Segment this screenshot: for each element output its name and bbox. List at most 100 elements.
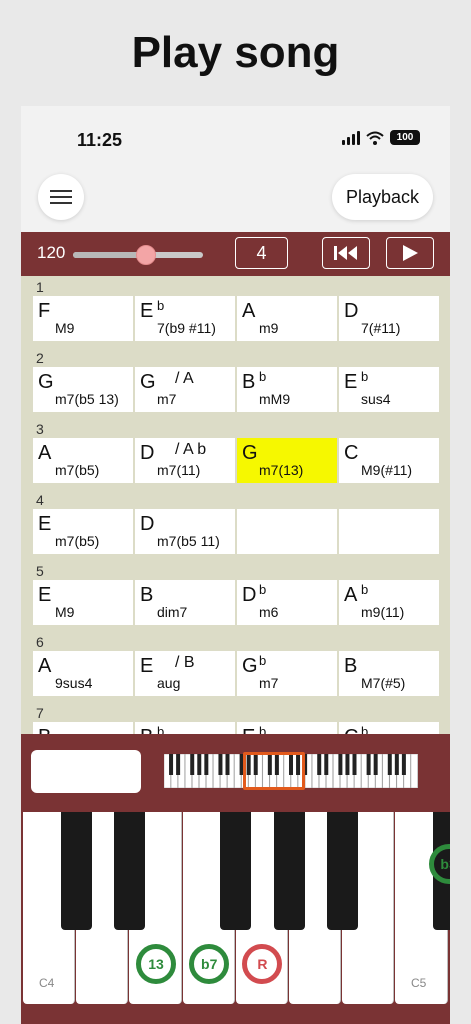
chord-quality: mM9 — [259, 391, 291, 407]
chord-root: F — [38, 300, 51, 322]
chord-accidental: b — [259, 724, 267, 734]
chord-cell[interactable]: B M7(#5) — [339, 651, 439, 696]
chord-cell[interactable]: D 7(#11) — [339, 296, 439, 341]
measure-row: 4 Em7(b5) Dm7(b5 11) — [21, 489, 450, 560]
chord-grid: 1 F M9 Eb 7(b9 #11) Am9 D 7(#11) 2 Gm7(b5 13) G / A… — [21, 276, 450, 734]
chord-cell[interactable]: Em7(b5) — [33, 509, 133, 554]
mini-black-key — [345, 754, 350, 775]
black-key[interactable] — [273, 812, 305, 930]
chord-quality: dim7 — [157, 604, 188, 620]
chord-quality: sus4 — [361, 391, 391, 407]
status-bar: 11:25 100 — [21, 106, 450, 176]
chord-cell[interactable]: Ab m9(11) — [339, 580, 439, 625]
chord-cell[interactable]: Gm7(b5 13) — [33, 367, 133, 412]
chord-cell[interactable] — [237, 509, 337, 554]
chord-cell[interactable]: E / B aug — [135, 651, 235, 696]
chord-root: B — [242, 371, 256, 393]
chord-quality: M9 — [55, 320, 75, 336]
chord-quality: aug — [157, 675, 181, 691]
chord-cell[interactable]: Am9 — [237, 296, 337, 341]
chord-quality: m7 — [157, 391, 177, 407]
chord-cell[interactable] — [339, 509, 439, 554]
black-key[interactable] — [326, 812, 358, 930]
chord-root: G — [38, 371, 54, 393]
chord-quality: m7(11) — [157, 462, 201, 478]
chord-cell[interactable]: F M9 — [33, 296, 133, 341]
chord-root: B — [140, 726, 153, 734]
mini-black-key — [218, 754, 223, 775]
chord-accidental: b — [361, 369, 369, 384]
hamburger-icon — [50, 190, 72, 204]
mini-black-key — [324, 754, 329, 775]
chord-quality: m7(b5) — [55, 533, 100, 549]
measure-row: 1 F M9 Eb 7(b9 #11) Am9 D 7(#11) — [21, 276, 450, 347]
page-headline: Play song — [131, 28, 340, 77]
chord-quality: m7 — [259, 675, 279, 691]
chord-accidental: b — [157, 298, 165, 313]
measure-row: 3 Am7(b5) D / A b m7(11) Gm7(13) C M9(#11) — [21, 418, 450, 489]
chord-cell[interactable]: Bb mM9 — [237, 367, 337, 412]
interval-marker: b7 — [189, 944, 230, 984]
chord-cell[interactable]: Dm7(b5 11) — [135, 509, 235, 554]
chord-cell[interactable]: D / A b m7(11) — [135, 438, 235, 483]
tempo-value: 120 — [37, 243, 66, 262]
chord-root: E — [38, 584, 52, 606]
interval-marker: 13 — [136, 944, 176, 984]
transport-controls: 120 4 — [21, 232, 450, 276]
chord-cell[interactable]: G / A m7 — [135, 367, 235, 412]
menu-button[interactable] — [38, 174, 84, 220]
chord-cell[interactable]: Am7(b5) — [33, 438, 133, 483]
chord-accidental: b — [259, 369, 267, 384]
black-key[interactable] — [220, 812, 252, 930]
measure-number: 5 — [36, 563, 44, 579]
chord-cell[interactable]: Eb — [237, 722, 337, 734]
chord-display-box — [31, 750, 141, 793]
chord-quality: 7(#11) — [361, 320, 401, 336]
chord-root: G — [242, 442, 258, 464]
chord-root: A — [242, 300, 256, 322]
playback-button[interactable]: Playback — [331, 174, 433, 220]
mini-black-key — [366, 754, 371, 775]
measure-number: 6 — [36, 634, 44, 650]
chord-cell[interactable]: Bb — [135, 722, 235, 734]
chord-cell[interactable]: A 9sus4 — [33, 651, 133, 696]
chord-quality: m9 — [259, 320, 279, 336]
black-key[interactable] — [60, 812, 92, 930]
mini-white-key — [410, 754, 418, 788]
chord-cell[interactable]: Eb sus4 — [339, 367, 439, 412]
chord-quality: 7(b9 #11) — [157, 320, 216, 336]
chord-quality: M7(#5) — [361, 675, 406, 691]
mini-black-key — [317, 754, 322, 775]
mini-keyboard-selection[interactable] — [243, 752, 305, 790]
rewind-button[interactable] — [322, 237, 370, 269]
measure-row: 2 Gm7(b5 13) G / Am7 Bb mM9 Eb sus4 — [21, 347, 450, 418]
measure-number: 4 — [36, 492, 44, 508]
chord-cell[interactable]: C M9(#11) — [339, 438, 439, 483]
chord-accidental: b — [259, 582, 267, 597]
chord-quality: 9sus4 — [55, 675, 93, 691]
mini-black-key — [338, 754, 343, 775]
chord-quality: m7(b5 11) — [157, 533, 220, 549]
chord-quality: m7(13) — [259, 462, 304, 478]
chord-cell[interactable]: Bdim7 — [135, 580, 235, 625]
tempo-slider-thumb[interactable] — [135, 245, 156, 265]
chord-quality: M9 — [55, 604, 75, 620]
chord-cell[interactable]: Gb m7 — [237, 651, 337, 696]
chord-cell[interactable]: Eb 7(b9 #11) — [135, 296, 235, 341]
black-key[interactable] — [113, 812, 145, 930]
chord-root: A — [38, 442, 52, 464]
chord-cell[interactable]: B — [33, 722, 133, 734]
chord-root: G — [140, 371, 156, 393]
chord-cell[interactable]: Db m6 — [237, 580, 337, 625]
chord-root: E — [344, 371, 358, 393]
chord-cell[interactable]: Gm7(13) — [237, 438, 337, 483]
chord-cell[interactable]: E M9 — [33, 580, 133, 625]
tempo-slider[interactable] — [73, 245, 203, 265]
chord-cell[interactable]: Cb — [339, 722, 439, 734]
beats-selector[interactable]: 4 — [235, 237, 288, 269]
chord-accidental: b — [157, 724, 165, 734]
mini-black-key — [197, 754, 202, 775]
play-button[interactable] — [386, 237, 434, 269]
chord-bass-note: / A b — [175, 441, 207, 458]
chord-root: B — [38, 726, 51, 734]
